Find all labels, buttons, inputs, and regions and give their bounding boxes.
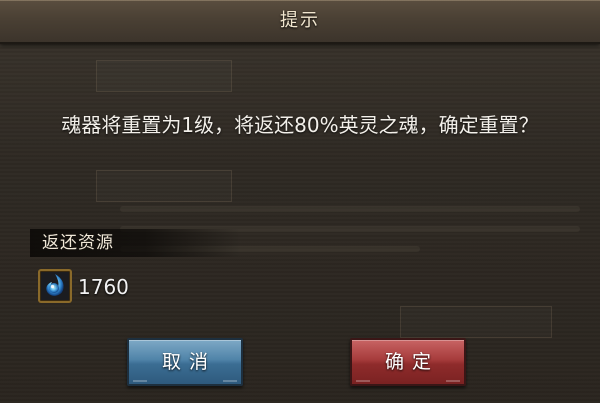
- background-panel: [400, 306, 552, 338]
- button-decoration: [133, 372, 147, 382]
- cancel-button-label: 取消: [161, 351, 216, 373]
- confirm-button-label: 确定: [384, 351, 439, 373]
- refund-amount: 1760: [78, 275, 129, 299]
- refund-section-header: 返还资源: [30, 229, 240, 257]
- background-panel: [96, 170, 232, 202]
- background-panel: [96, 60, 232, 92]
- dialog-title: 提示: [280, 10, 320, 31]
- soul-orb-icon: [38, 269, 72, 303]
- refund-section-label: 返还资源: [42, 233, 114, 253]
- cancel-button[interactable]: 取消: [127, 338, 243, 386]
- dialog-title-bar: 提示: [0, 0, 600, 44]
- button-decoration: [356, 372, 370, 382]
- confirm-button[interactable]: 确定: [350, 338, 466, 386]
- button-decoration: [446, 372, 460, 382]
- dialog-message: 魂器将重置为1级，将返还80%英灵之魂，确定重置？: [61, 113, 539, 137]
- background-text-line: [120, 206, 580, 212]
- button-decoration: [223, 372, 237, 382]
- dimmed-background: [0, 0, 600, 403]
